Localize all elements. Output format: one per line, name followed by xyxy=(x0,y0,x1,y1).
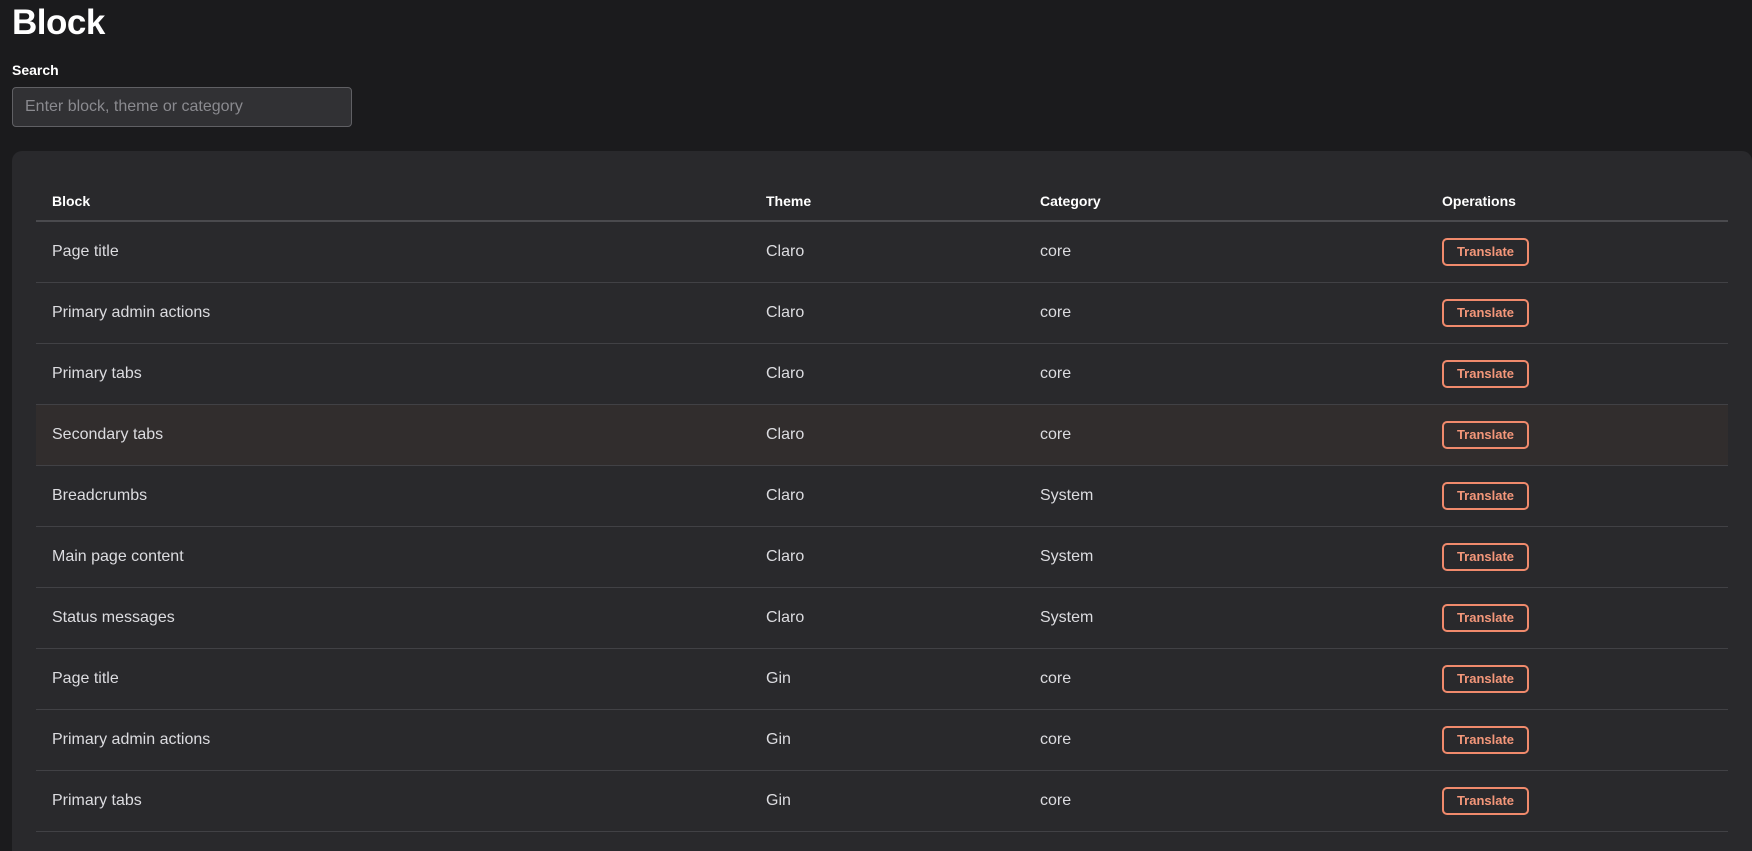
cell-category: core xyxy=(1040,282,1442,344)
cell-category: core xyxy=(1040,404,1442,466)
cell-block: Primary admin actions xyxy=(36,282,766,344)
cell-theme: Gin xyxy=(766,709,1040,771)
blocks-table: Block Theme Category Operations Page tit… xyxy=(36,181,1728,832)
cell-category: core xyxy=(1040,343,1442,405)
cell-theme: Claro xyxy=(766,587,1040,649)
cell-theme: Gin xyxy=(766,770,1040,832)
cell-operations: Translate xyxy=(1442,709,1728,771)
cell-block: Status messages xyxy=(36,587,766,649)
cell-operations: Translate xyxy=(1442,282,1728,344)
cell-category: System xyxy=(1040,587,1442,649)
table-row: Page title Gin core Translate xyxy=(36,648,1728,710)
cell-operations: Translate xyxy=(1442,465,1728,527)
cell-block: Primary tabs xyxy=(36,770,766,832)
blocks-table-card: Block Theme Category Operations Page tit… xyxy=(12,151,1752,851)
cell-block: Primary admin actions xyxy=(36,709,766,771)
cell-theme: Claro xyxy=(766,282,1040,344)
table-row: Page title Claro core Translate xyxy=(36,221,1728,283)
cell-operations: Translate xyxy=(1442,343,1728,405)
cell-block: Main page content xyxy=(36,526,766,588)
table-row: Primary tabs Gin core Translate xyxy=(36,770,1728,832)
table-row: Main page content Claro System Translate xyxy=(36,526,1728,588)
page-title: Block xyxy=(12,3,105,42)
cell-category: core xyxy=(1040,648,1442,710)
cell-category: core xyxy=(1040,221,1442,283)
cell-block: Secondary tabs xyxy=(36,404,766,466)
cell-theme: Gin xyxy=(766,648,1040,710)
translate-button[interactable]: Translate xyxy=(1442,664,1529,693)
column-header-block[interactable]: Block xyxy=(36,181,766,222)
cell-category: core xyxy=(1040,709,1442,771)
table-row: Primary admin actions Claro core Transla… xyxy=(36,282,1728,344)
table-row: Secondary tabs Claro core Translate xyxy=(36,404,1728,466)
cell-block: Breadcrumbs xyxy=(36,465,766,527)
cell-theme: Claro xyxy=(766,343,1040,405)
column-header-theme[interactable]: Theme xyxy=(766,181,1040,222)
translate-button[interactable]: Translate xyxy=(1442,542,1529,571)
table-header-row: Block Theme Category Operations xyxy=(36,181,1728,222)
cell-block: Primary tabs xyxy=(36,343,766,405)
cell-operations: Translate xyxy=(1442,526,1728,588)
cell-theme: Claro xyxy=(766,465,1040,527)
translate-button[interactable]: Translate xyxy=(1442,603,1529,632)
translate-button[interactable]: Translate xyxy=(1442,298,1529,327)
cell-theme: Claro xyxy=(766,221,1040,283)
cell-operations: Translate xyxy=(1442,221,1728,283)
search-label: Search xyxy=(12,62,59,78)
translate-button[interactable]: Translate xyxy=(1442,481,1529,510)
cell-operations: Translate xyxy=(1442,648,1728,710)
table-row: Primary tabs Claro core Translate xyxy=(36,343,1728,405)
cell-category: System xyxy=(1040,526,1442,588)
translate-button[interactable]: Translate xyxy=(1442,420,1529,449)
search-input[interactable] xyxy=(12,87,352,127)
translate-button[interactable]: Translate xyxy=(1442,237,1529,266)
cell-operations: Translate xyxy=(1442,770,1728,832)
column-header-operations: Operations xyxy=(1442,181,1728,222)
cell-category: core xyxy=(1040,770,1442,832)
translate-button[interactable]: Translate xyxy=(1442,725,1529,754)
cell-theme: Claro xyxy=(766,526,1040,588)
cell-operations: Translate xyxy=(1442,404,1728,466)
cell-block: Page title xyxy=(36,221,766,283)
column-header-category[interactable]: Category xyxy=(1040,181,1442,222)
table-row: Status messages Claro System Translate xyxy=(36,587,1728,649)
cell-operations: Translate xyxy=(1442,587,1728,649)
cell-theme: Claro xyxy=(766,404,1040,466)
translate-button[interactable]: Translate xyxy=(1442,786,1529,815)
translate-button[interactable]: Translate xyxy=(1442,359,1529,388)
cell-category: System xyxy=(1040,465,1442,527)
cell-block: Page title xyxy=(36,648,766,710)
table-row: Breadcrumbs Claro System Translate xyxy=(36,465,1728,527)
table-row: Primary admin actions Gin core Translate xyxy=(36,709,1728,771)
